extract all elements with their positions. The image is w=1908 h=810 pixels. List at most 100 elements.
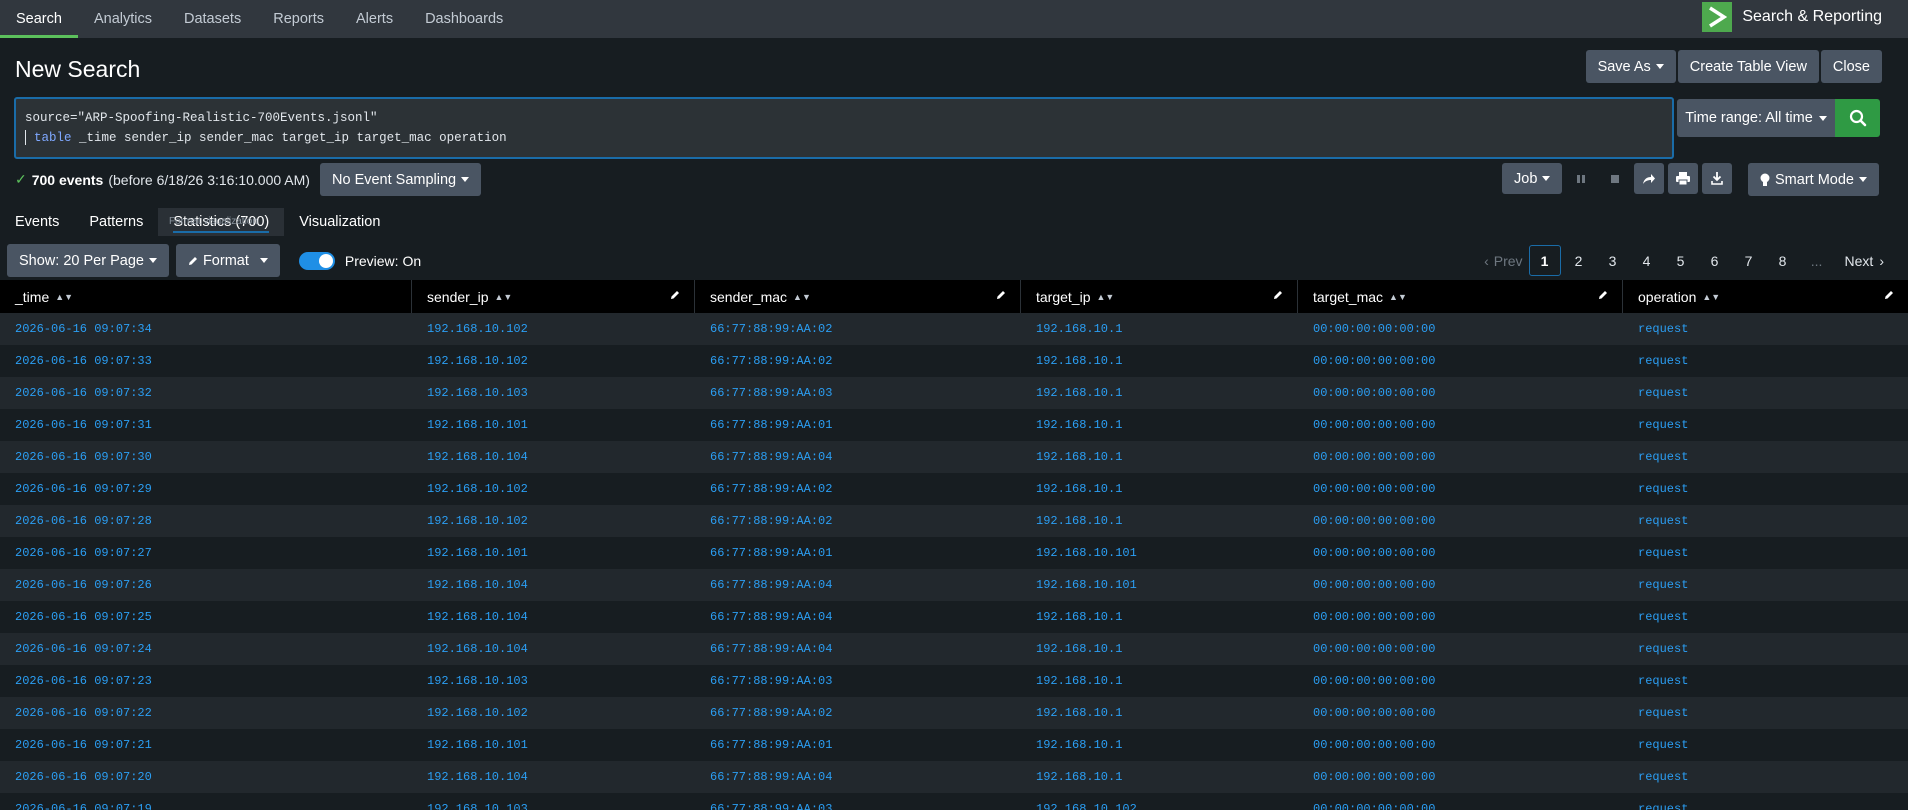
cell-sender-mac[interactable]: 66:77:88:99:AA:03 — [695, 665, 1021, 697]
page-8-button[interactable]: 8 — [1767, 245, 1799, 276]
cell-target-ip[interactable]: 192.168.10.1 — [1021, 473, 1298, 505]
nav-datasets[interactable]: Datasets — [168, 0, 257, 38]
cell-operation[interactable]: request — [1623, 409, 1908, 441]
cell-operation[interactable]: request — [1623, 601, 1908, 633]
event-sampling-dropdown[interactable]: No Event Sampling — [320, 163, 482, 196]
job-menu-button[interactable]: Job — [1502, 163, 1563, 194]
cell-time[interactable]: 2026-06-16 09:07:19 — [0, 793, 412, 810]
tab-events[interactable]: Events — [0, 208, 74, 236]
cell-target-mac[interactable]: 00:00:00:00:00:00 — [1298, 377, 1623, 409]
cell-operation[interactable]: request — [1623, 537, 1908, 569]
cell-operation[interactable]: request — [1623, 793, 1908, 810]
column-header-operation[interactable]: operation ▲▼ — [1623, 280, 1908, 313]
cell-sender-mac[interactable]: 66:77:88:99:AA:04 — [695, 569, 1021, 601]
cell-sender-ip[interactable]: 192.168.10.104 — [412, 569, 695, 601]
column-header-sender-mac[interactable]: sender_mac ▲▼ — [695, 280, 1021, 313]
cell-sender-mac[interactable]: 66:77:88:99:AA:04 — [695, 441, 1021, 473]
cell-target-ip[interactable]: 192.168.10.1 — [1021, 729, 1298, 761]
cell-target-ip[interactable]: 192.168.10.1 — [1021, 633, 1298, 665]
page-3-button[interactable]: 3 — [1597, 245, 1629, 276]
cell-target-mac[interactable]: 00:00:00:00:00:00 — [1298, 665, 1623, 697]
page-5-button[interactable]: 5 — [1665, 245, 1697, 276]
cell-sender-mac[interactable]: 66:77:88:99:AA:02 — [695, 473, 1021, 505]
cell-target-ip[interactable]: 192.168.10.1 — [1021, 697, 1298, 729]
cell-time[interactable]: 2026-06-16 09:07:24 — [0, 633, 412, 665]
cell-sender-ip[interactable]: 192.168.10.101 — [412, 537, 695, 569]
cell-target-ip[interactable]: 192.168.10.1 — [1021, 409, 1298, 441]
print-button[interactable] — [1668, 163, 1699, 194]
close-button[interactable]: Close — [1820, 50, 1882, 83]
cell-operation[interactable]: request — [1623, 313, 1908, 345]
page-1-button[interactable]: 1 — [1528, 245, 1561, 276]
cell-sender-ip[interactable]: 192.168.10.101 — [412, 729, 695, 761]
cell-sender-mac[interactable]: 66:77:88:99:AA:04 — [695, 761, 1021, 793]
nav-search[interactable]: Search — [0, 0, 78, 38]
column-header-time[interactable]: _time ▲▼ — [0, 280, 412, 313]
cell-target-mac[interactable]: 00:00:00:00:00:00 — [1298, 633, 1623, 665]
cell-operation[interactable]: request — [1623, 441, 1908, 473]
cell-target-mac[interactable]: 00:00:00:00:00:00 — [1298, 537, 1623, 569]
cell-sender-mac[interactable]: 66:77:88:99:AA:02 — [695, 697, 1021, 729]
cell-target-mac[interactable]: 00:00:00:00:00:00 — [1298, 409, 1623, 441]
cell-time[interactable]: 2026-06-16 09:07:23 — [0, 665, 412, 697]
cell-target-mac[interactable]: 00:00:00:00:00:00 — [1298, 761, 1623, 793]
cell-target-mac[interactable]: 00:00:00:00:00:00 — [1298, 569, 1623, 601]
column-header-target-ip[interactable]: target_ip ▲▼ — [1021, 280, 1298, 313]
cell-sender-ip[interactable]: 192.168.10.104 — [412, 601, 695, 633]
cell-sender-ip[interactable]: 192.168.10.102 — [412, 345, 695, 377]
create-table-view-button[interactable]: Create Table View — [1677, 50, 1819, 83]
prev-page-button[interactable]: ‹ Prev — [1480, 245, 1526, 276]
cell-operation[interactable]: request — [1623, 377, 1908, 409]
cell-sender-mac[interactable]: 66:77:88:99:AA:03 — [695, 793, 1021, 810]
cell-operation[interactable]: request — [1623, 665, 1908, 697]
cell-target-ip[interactable]: 192.168.10.1 — [1021, 505, 1298, 537]
cell-operation[interactable]: request — [1623, 697, 1908, 729]
pencil-icon[interactable] — [670, 290, 680, 300]
cell-operation[interactable]: request — [1623, 505, 1908, 537]
share-button[interactable] — [1634, 163, 1665, 194]
cell-target-ip[interactable]: 192.168.10.1 — [1021, 345, 1298, 377]
cell-operation[interactable]: request — [1623, 345, 1908, 377]
nav-dashboards[interactable]: Dashboards — [409, 0, 519, 38]
cell-target-mac[interactable]: 00:00:00:00:00:00 — [1298, 313, 1623, 345]
cell-sender-mac[interactable]: 66:77:88:99:AA:01 — [695, 537, 1021, 569]
cell-time[interactable]: 2026-06-16 09:07:22 — [0, 697, 412, 729]
cell-sender-ip[interactable]: 192.168.10.102 — [412, 697, 695, 729]
export-button[interactable] — [1702, 163, 1733, 194]
cell-time[interactable]: 2026-06-16 09:07:20 — [0, 761, 412, 793]
cell-time[interactable]: 2026-06-16 09:07:27 — [0, 537, 412, 569]
cell-operation[interactable]: request — [1623, 569, 1908, 601]
cell-target-mac[interactable]: 00:00:00:00:00:00 — [1298, 729, 1623, 761]
cell-time[interactable]: 2026-06-16 09:07:33 — [0, 345, 412, 377]
per-page-dropdown[interactable]: Show: 20 Per Page — [7, 244, 169, 277]
cell-sender-mac[interactable]: 66:77:88:99:AA:04 — [695, 601, 1021, 633]
cell-time[interactable]: 2026-06-16 09:07:28 — [0, 505, 412, 537]
cell-target-ip[interactable]: 192.168.10.102 — [1021, 793, 1298, 810]
cell-operation[interactable]: request — [1623, 761, 1908, 793]
search-query-input[interactable]: source="ARP-Spoofing-Realistic-700Events… — [14, 97, 1674, 159]
column-header-sender-ip[interactable]: sender_ip ▲▼ — [412, 280, 695, 313]
cell-target-mac[interactable]: 00:00:00:00:00:00 — [1298, 345, 1623, 377]
preview-toggle[interactable] — [298, 251, 335, 270]
pencil-icon[interactable] — [1884, 290, 1894, 300]
cell-time[interactable]: 2026-06-16 09:07:26 — [0, 569, 412, 601]
format-dropdown[interactable]: Format — [175, 244, 280, 277]
cell-sender-ip[interactable]: 192.168.10.103 — [412, 793, 695, 810]
cell-sender-ip[interactable]: 192.168.10.104 — [412, 441, 695, 473]
cell-sender-ip[interactable]: 192.168.10.102 — [412, 505, 695, 537]
cell-target-mac[interactable]: 00:00:00:00:00:00 — [1298, 601, 1623, 633]
cell-target-ip[interactable]: 192.168.10.1 — [1021, 441, 1298, 473]
page-7-button[interactable]: 7 — [1733, 245, 1765, 276]
cell-sender-mac[interactable]: 66:77:88:99:AA:02 — [695, 505, 1021, 537]
nav-analytics[interactable]: Analytics — [78, 0, 168, 38]
cell-time[interactable]: 2026-06-16 09:07:30 — [0, 441, 412, 473]
cell-time[interactable]: 2026-06-16 09:07:29 — [0, 473, 412, 505]
cell-sender-ip[interactable]: 192.168.10.104 — [412, 761, 695, 793]
cell-target-ip[interactable]: 192.168.10.101 — [1021, 569, 1298, 601]
cell-sender-mac[interactable]: 66:77:88:99:AA:01 — [695, 409, 1021, 441]
cell-sender-ip[interactable]: 192.168.10.103 — [412, 665, 695, 697]
cell-operation[interactable]: request — [1623, 633, 1908, 665]
app-brand[interactable]: Search & Reporting — [1702, 0, 1882, 34]
cell-sender-ip[interactable]: 192.168.10.103 — [412, 377, 695, 409]
time-range-picker[interactable]: Time range: All time — [1677, 99, 1835, 137]
